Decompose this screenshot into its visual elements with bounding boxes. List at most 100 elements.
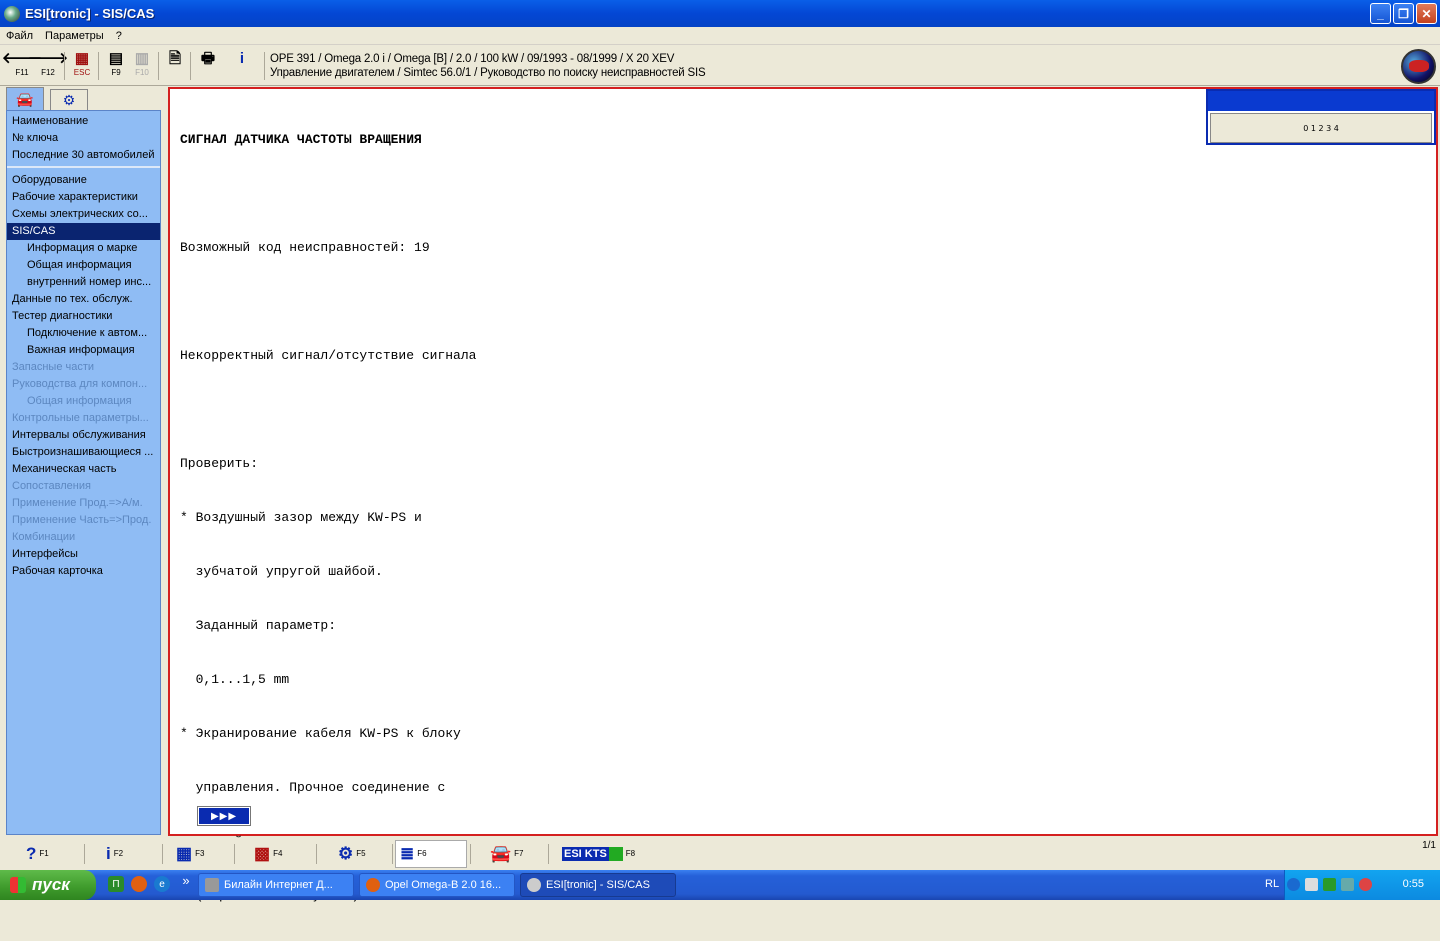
security-icon[interactable] [1341,878,1354,891]
sidebar-item-name[interactable]: Наименование [7,113,160,130]
sidebar-item-component-guides: Руководства для компон... [12,378,148,390]
menu-params[interactable]: Параметры [39,30,110,42]
task-opel-firefox[interactable]: Opel Omega-B 2.0 16... [359,873,515,897]
tray-app-icon[interactable] [1323,878,1336,891]
sidebar-item-wear-parts[interactable]: Быстроизнашивающиеся ... [7,444,160,461]
info-icon: i [239,50,245,67]
quicklaunch-more-icon[interactable]: » [178,872,194,888]
sidebar-item-sis-cas[interactable]: SIS/CAS [7,223,160,240]
clock: 0:55 [1402,878,1424,890]
quicklaunch-app-icon[interactable]: П [108,876,124,892]
doc-item1-line3: Заданный параметр: [180,618,337,633]
f4-button[interactable]: ▩ F4 [250,840,287,868]
title-bar[interactable]: ESI[tronic] - SIS/CAS _ ❐ ✕ [0,0,1440,27]
sidebar-item-job-card[interactable]: Рабочая карточка [7,563,160,580]
menu-file[interactable]: Файл [0,30,39,42]
measurement-panel: 0 1 2 3 4 [1206,89,1436,145]
sidebar-item-wiring[interactable]: Схемы электрических со... [7,206,160,223]
taskbar: пуск П e » Билайн Интернет Д... Opel Ome… [0,870,1440,900]
toolbar: 🡐 F11 🡒 F12 ▦ ESC ▤ F9 ▥ F10 🗎 🖶 i OPE 391 / … [0,46,1440,86]
esc-icon: ▦ [74,50,90,67]
page-indicator: 1/1 [1422,840,1436,851]
menu-bar: Файл Параметры ? [0,27,1440,45]
car-icon: 🚘 [16,90,34,107]
sidebar: 🚘 ⚙ Наименование № ключа Последние 30 ав… [3,87,163,836]
sidebar-item-service-intervals[interactable]: Интервалы обслуживания [7,427,160,444]
sidebar-panel: Наименование № ключа Последние 30 автомо… [6,110,161,835]
sidebar-item-equipment[interactable]: Оборудование [7,172,160,189]
sidebar-item-diag-tester[interactable]: Тестер диагностики [7,308,160,325]
printer-icon: 🖶 [200,50,216,67]
f7-vehicle-button[interactable]: 🚘 F7 [486,840,528,868]
sidebar-item-test-params: Контрольные параметры... [12,412,149,424]
sidebar-item-important-info[interactable]: Важная информация [7,342,160,359]
language-indicator[interactable]: RL [1265,878,1279,890]
window-icon [205,878,219,892]
network-icon[interactable] [1305,878,1318,891]
text-document-icon: ≣ [400,844,415,863]
tab-vehicle[interactable]: 🚘 [6,87,44,110]
doc-title: СИГНАЛ ДАТЧИКА ЧАСТОТЫ ВРАЩЕНИЯ [180,132,422,147]
app-icon [4,5,20,22]
f10-button[interactable]: ▥ F10 [130,50,154,82]
forward-button[interactable]: 🡒 F12 [28,50,68,82]
firefox-icon[interactable] [131,876,147,892]
f3-button[interactable]: ▦ F3 [172,840,209,868]
minimize-button[interactable]: _ [1370,3,1391,24]
print-button[interactable]: 🖶 [196,50,220,82]
next-page-button[interactable]: ▶▶▶ [197,806,251,826]
doc-item1-line2: зубчатой упругой шайбой. [180,564,383,579]
task-beeline[interactable]: Билайн Интернет Д... [198,873,354,897]
vehicle-line-1: OPE 391 / Omega 2.0 i / Omega [B] / 2.0 … [270,53,675,65]
sidebar-item-mechanical[interactable]: Механическая часть [7,461,160,478]
f1-help-button[interactable]: ? F1 [22,840,53,868]
maximize-button[interactable]: ❐ [1393,3,1414,24]
ie-icon[interactable]: e [154,876,170,892]
menu-help[interactable]: ? [110,30,128,42]
car-icon: 🚘 [490,844,512,863]
f5-button[interactable]: ⚙ F5 [334,840,370,868]
doc-item1-line4: 0,1...1,5 mm [180,672,290,687]
f6-document-button[interactable]: ≣ F6 [395,840,467,868]
yandex-icon[interactable] [1359,878,1372,891]
sidebar-item-product-vehicle: Применение Прод.=>А/м. [12,497,143,509]
esc-button[interactable]: ▦ ESC [70,50,94,82]
sidebar-item-last-30[interactable]: Последние 30 автомобилей [7,147,160,164]
measure-button[interactable]: 0 1 2 3 4 [1210,113,1432,143]
task-esitronic[interactable]: ESI[tronic] - SIS/CAS [520,873,676,897]
tray-expand-icon[interactable] [1287,878,1300,891]
tab-engine[interactable]: ⚙ [50,89,88,110]
windows-flag-icon [10,877,26,893]
start-button[interactable]: пуск [0,870,96,900]
sidebar-item-brand-info[interactable]: Информация о марке [7,240,160,257]
close-button[interactable]: ✕ [1416,3,1437,24]
window-title: ESI[tronic] - SIS/CAS [25,6,155,21]
sidebar-item-service-data[interactable]: Данные по тех. обслуж. [7,291,160,308]
f2-info-button[interactable]: i F2 [102,840,128,868]
sidebar-group-vehicle: Наименование № ключа Последние 30 автомо… [7,111,160,168]
components-icon: ▦ [176,844,193,863]
doc-item2-line1: * Экранирование кабеля KW-PS к блоку [180,726,461,741]
doc-item1-line1: * Воздушный зазор между KW-PS и [180,510,422,525]
sidebar-item-general-info[interactable]: Общая информация [7,257,160,274]
sidebar-item-part-product: Применение Часть=>Прод. [12,514,152,526]
help-icon: ? [26,844,37,863]
sidebar-item-connection[interactable]: Подключение к автом... [7,325,160,342]
firefox-icon [366,878,380,892]
bosch-globe-icon[interactable] [1401,49,1436,84]
sidebar-item-comparisons: Сопоставления [12,480,91,492]
document-button[interactable]: 🗎 [163,50,187,82]
sidebar-item-interfaces[interactable]: Интерфейсы [7,546,160,563]
tree-icon: ▥ [134,50,150,67]
sidebar-item-internal-number[interactable]: внутренний номер инс... [7,274,160,291]
sidebar-item-key-number[interactable]: № ключа [7,130,160,147]
f8-kts-button[interactable]: ESI KTS F8 [558,840,640,868]
sidebar-item-specs[interactable]: Рабочие характеристики [7,189,160,206]
info-icon: i [106,844,111,863]
engine-icon: ⚙ [338,844,354,863]
list-icon: ▤ [108,50,124,67]
f9-button[interactable]: ▤ F9 [104,50,128,82]
vehicle-line-2: Управление двигателем / Simtec 56.0/1 / … [270,67,706,79]
esi-kts-icon: ESI KTS [562,847,623,861]
info-button[interactable]: i [230,50,254,82]
